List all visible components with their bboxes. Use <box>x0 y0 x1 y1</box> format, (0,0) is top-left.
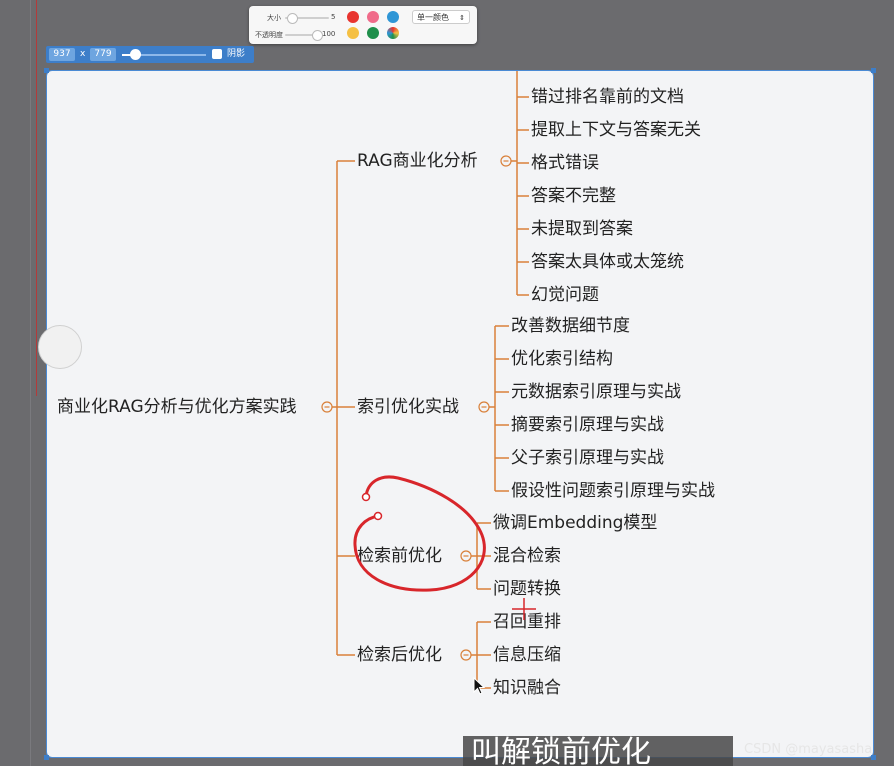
video-subtitle: 叫解锁前优化 <box>463 736 733 766</box>
watermark: CSDN @mayasasha <box>744 742 873 757</box>
annotation-dot <box>361 492 371 502</box>
mouse-cursor-icon <box>473 677 486 695</box>
annotation-dot <box>373 511 383 521</box>
crosshair-icon <box>512 598 536 620</box>
annotation-layer <box>353 475 536 620</box>
annotation-loop <box>353 475 486 592</box>
